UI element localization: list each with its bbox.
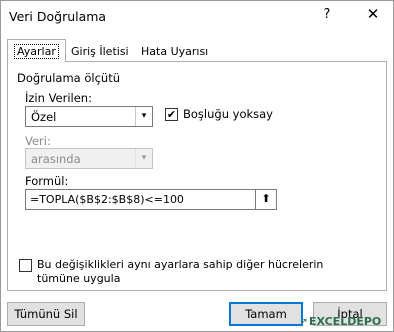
tab-error-alert[interactable]: Hata Uyarısı xyxy=(135,43,214,61)
chevron-down-icon[interactable]: ▾ xyxy=(135,107,152,126)
formula-value: =TOPLA($B$2:$B$8)<=100 xyxy=(30,193,184,206)
apply-all-checkbox[interactable] xyxy=(19,259,32,272)
watermark-text: EXCELDEPO xyxy=(309,315,382,328)
help-button[interactable]: ? xyxy=(319,7,335,25)
clear-all-button[interactable]: Tümünü Sil xyxy=(7,302,85,326)
data-label: Veri: xyxy=(25,134,51,148)
watermark-arrow-icon: ➚ xyxy=(299,315,309,328)
formula-label: Formül: xyxy=(25,174,69,188)
allow-label: İzin Verilen: xyxy=(25,91,92,105)
collapse-dialog-icon[interactable]: ⬆ xyxy=(255,190,276,209)
exceldepo-watermark: ➚EXCELDEPO xyxy=(299,315,393,331)
title-bar: Veri Doğrulama ? ✕ xyxy=(1,1,393,33)
tab-input-message[interactable]: Giriş İletisi xyxy=(65,43,135,61)
dialog-title: Veri Doğrulama xyxy=(9,9,107,24)
tab-input-message-label: Giriş İletisi xyxy=(71,45,129,58)
validation-criteria-heading: Doğrulama ölçütü xyxy=(17,71,120,85)
ignore-blank-checkbox[interactable]: ✔ xyxy=(165,108,178,121)
data-combo[interactable]: arasında ▾ xyxy=(25,148,153,169)
ignore-blank-label[interactable]: Boşluğu yoksay xyxy=(183,107,273,121)
allow-value: Özel xyxy=(31,110,57,124)
tab-settings[interactable]: Ayarlar xyxy=(7,39,66,62)
tab-error-alert-label: Hata Uyarısı xyxy=(141,45,209,58)
tab-settings-label: Ayarlar xyxy=(14,44,59,59)
data-validation-dialog: Veri Doğrulama ? ✕ Ayarlar Giriş İletisi… xyxy=(0,0,394,332)
close-button[interactable]: ✕ xyxy=(363,5,383,25)
apply-all-label[interactable]: Bu değişiklikleri aynı ayarlara sahip di… xyxy=(37,258,367,286)
formula-input[interactable]: =TOPLA($B$2:$B$8)<=100 xyxy=(25,189,277,210)
chevron-down-icon[interactable]: ▾ xyxy=(135,149,152,168)
data-value: arasında xyxy=(31,152,81,166)
allow-combo[interactable]: Özel ▾ xyxy=(25,106,153,127)
ok-button[interactable]: Tamam xyxy=(229,302,303,326)
